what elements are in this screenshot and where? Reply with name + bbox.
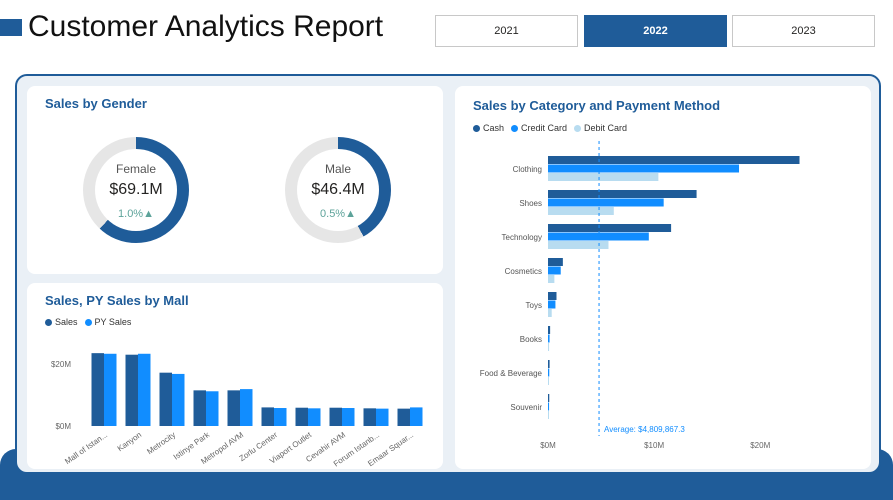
female-donut[interactable]: Female $69.1M 1.0%▲ [83,137,189,243]
male-donut[interactable]: Male $46.4M 0.5%▲ [285,137,391,243]
category-y-tick: Clothing [513,165,542,174]
mall-card: Sales, PY Sales by Mall Sales PY Sales $… [27,283,443,469]
category-bar-debit-card [548,309,552,317]
page-title: Customer Analytics Report [28,10,384,43]
category-bar-debit-card [548,173,659,181]
category-chart: Clothing Shoes Technology Cosmetics Toys Book… [480,141,800,450]
report-frame: Sales by Gender Female $69.1M 1.0%▲ Male… [15,74,881,474]
mall-bar-sales [193,390,206,426]
report-page: Customer Analytics Report 2021 2022 2023… [0,0,893,500]
category-bar-debit-card [548,343,550,351]
category-bar-cash [548,224,672,232]
category-bar-cash [548,190,697,198]
category-y-tick: Shoes [519,199,542,208]
average-line-label: Average: $4,809,867.3 [604,425,685,434]
gender-card-title: Sales by Gender [45,96,147,111]
category-bar-cash [548,326,551,334]
category-y-tick: Food & Beverage [480,369,543,378]
year-slicer-2023[interactable]: 2023 [732,15,875,47]
category-bar-cash [548,258,563,266]
mall-bar-sales [159,372,172,426]
category-y-tick: Cosmetics [505,267,542,276]
mall-bar-sales [397,408,410,426]
female-value: $69.1M [109,181,163,198]
category-bar-credit-card [548,164,740,173]
category-bar-debit-card [548,275,555,283]
mall-bar-py-sales [342,408,355,426]
category-y-tick: Technology [502,233,542,242]
mall-chart: $0M$20MMall of Istan... Kanyon MetrocityIs… [51,353,423,468]
category-bar-debit-card [548,207,614,215]
category-card: Sales by Category and Payment Method Cas… [455,86,871,469]
mall-bar-py-sales [240,389,253,426]
mall-bar-sales [125,354,138,426]
category-bar-credit-card [548,300,556,309]
mall-x-tick: Mall of Istan... [63,430,109,466]
mall-bar-sales [363,408,376,426]
category-bar-cash [548,360,550,368]
category-bar-credit-card [548,402,550,411]
female-change: 1.0%▲ [118,208,154,220]
category-bar-credit-card [548,232,649,241]
category-bar-credit-card [548,266,561,275]
category-bar-credit-card [548,334,550,343]
mall-bar-py-sales [172,373,185,426]
mall-bar-py-sales [104,353,117,426]
male-change: 0.5%▲ [320,208,356,220]
mall-bar-py-sales [206,391,219,426]
category-bar-credit-card [548,368,550,377]
mall-x-tick: Kanyon [116,430,143,453]
category-bar-cash [548,394,550,402]
mall-bar-sales [329,407,342,426]
female-label: Female [115,162,156,176]
mall-bar-sales [261,407,274,426]
category-x-tick: $20M [750,441,770,450]
category-bar-debit-card [548,377,549,385]
category-y-tick: Books [520,335,542,344]
title-accent-bar [0,19,22,36]
mall-bar-py-sales [308,408,321,426]
category-y-tick: Souvenir [510,403,542,412]
category-bar-debit-card [548,411,549,419]
year-slicer-2021[interactable]: 2021 [435,15,578,47]
mall-x-tick: Metrocity [145,430,177,456]
category-x-tick: $0M [540,441,556,450]
mall-y-tick: $20M [51,360,71,369]
mall-bar-py-sales [138,353,151,426]
category-x-tick: $10M [644,441,664,450]
category-bar-cash [548,156,800,164]
male-value: $46.4M [311,181,365,198]
mall-bar-sales [295,407,308,426]
category-bar-credit-card [548,198,664,207]
mall-bar-py-sales [376,408,389,426]
mall-bar-py-sales [410,407,423,426]
mall-bar-sales [91,353,104,426]
mall-bar-py-sales [274,408,287,426]
gender-card: Sales by Gender Female $69.1M 1.0%▲ Male… [27,86,443,274]
category-y-tick: Toys [526,301,542,310]
year-slicer-2022[interactable]: 2022 [584,15,727,47]
male-label: Male [324,162,351,176]
mall-bar-sales [227,390,240,426]
category-bar-cash [548,292,557,300]
mall-y-tick: $0M [55,422,71,431]
